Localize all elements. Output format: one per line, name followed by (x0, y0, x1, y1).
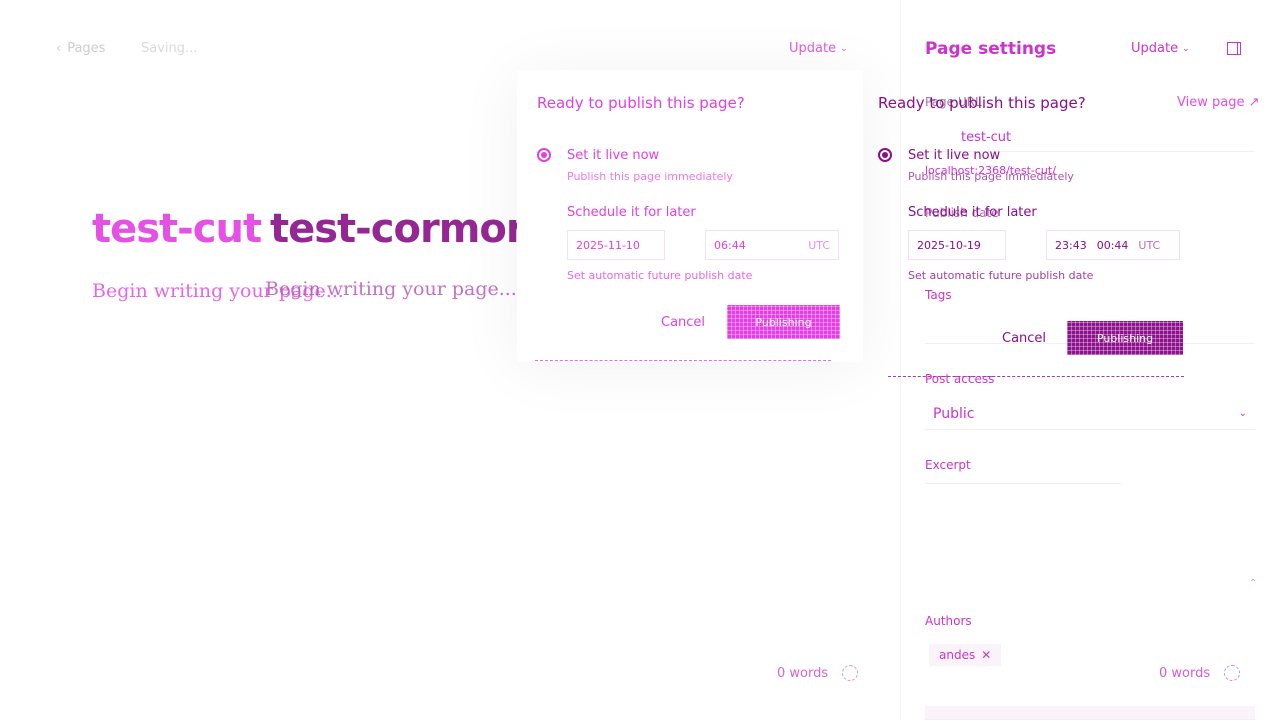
page-title-ghost[interactable]: test-cut (92, 206, 262, 252)
post-access-select[interactable]: Public ⌄ (925, 398, 1255, 430)
authors-label: Authors (925, 614, 972, 628)
template-select[interactable] (925, 706, 1255, 720)
cancel-button-2[interactable]: Cancel (1002, 331, 1046, 346)
chevron-left-icon: ‹ (56, 41, 62, 56)
chevron-down-icon: ⌄ (1182, 43, 1190, 54)
external-link-icon: ↗ (1248, 95, 1260, 110)
sidebar-title: Page settings (925, 39, 1057, 59)
help-circle-icon[interactable] (1224, 665, 1241, 681)
schedule-later-label-2: Schedule it for later (908, 205, 1037, 220)
chevron-down-icon: ⌄ (840, 43, 848, 54)
sidebar-update-dropdown[interactable]: Update ⌄ (1131, 41, 1190, 56)
schedule-time-field[interactable]: 06:44 UTC (705, 230, 839, 260)
author-token[interactable]: andes ✕ (929, 644, 1002, 666)
modal-divider-2 (888, 376, 1184, 377)
word-count: 0 words (777, 665, 859, 681)
saving-status: Saving... (141, 41, 198, 56)
back-link-label: Pages (67, 41, 106, 56)
schedule-time-value: 06:44 (714, 238, 746, 252)
publish-modal-overlay: Ready to publish this page? Set it live … (858, 70, 1204, 377)
publish-modal: Ready to publish this page? Set it live … (517, 70, 863, 362)
publish-button-2[interactable]: Publishing (1067, 321, 1183, 355)
schedule-time-value-2b: 00:44 (1096, 238, 1129, 252)
post-access-label: Post access (925, 372, 995, 386)
cancel-button[interactable]: Cancel (661, 315, 705, 330)
chevron-down-icon: ⌄ (1238, 408, 1247, 419)
sidebar-word-count-label: 0 words (1159, 665, 1211, 681)
radio-publish-now-2[interactable] (878, 148, 892, 162)
schedule-hint: Set automatic future publish date (567, 269, 753, 282)
publish-heading: Ready to publish this page? (537, 94, 745, 112)
editor-stage: ‹ Pages Saving... Update ⌄ test-cut test… (0, 0, 1280, 720)
resize-handle-icon[interactable]: ⌃ (1249, 578, 1257, 589)
help-circle-icon[interactable] (842, 665, 859, 681)
modal-divider (535, 360, 831, 361)
update-label: Update (789, 41, 837, 56)
timezone-label-2: UTC (1138, 238, 1161, 252)
publish-button[interactable]: Publishing (727, 305, 840, 339)
publish-now-sub: Publish this page immediately (567, 170, 733, 183)
schedule-date-value: 2025-11-10 (576, 238, 640, 252)
excerpt-label: Excerpt (925, 458, 971, 472)
sidebar-update-label: Update (1131, 41, 1179, 56)
publish-heading-2: Ready to publish this page? (878, 94, 1086, 112)
schedule-time-field-2[interactable]: 23:43 00:44 UTC (1046, 230, 1180, 260)
sidebar-word-count: 0 words (1159, 665, 1241, 681)
schedule-date-field-2[interactable]: 2025-10-19 (908, 230, 1006, 260)
schedule-later-label: Schedule it for later (567, 205, 696, 220)
word-count-label: 0 words (777, 665, 829, 681)
publish-now-sub-2: Publish this page immediately (908, 170, 1074, 183)
publish-now-label-2: Set it live now (908, 148, 1001, 163)
schedule-hint-2: Set automatic future publish date (908, 269, 1094, 282)
sidebar-toggle-icon[interactable] (1227, 42, 1241, 55)
body-placeholder[interactable]: Begin writing your page... (265, 278, 517, 300)
back-to-pages-link[interactable]: ‹ Pages (56, 41, 105, 56)
author-name: andes (939, 648, 976, 662)
close-icon[interactable]: ✕ (981, 648, 991, 662)
update-dropdown[interactable]: Update ⌄ (789, 41, 848, 56)
schedule-date-value-2: 2025-10-19 (917, 238, 981, 252)
post-access-value: Public (933, 405, 975, 422)
radio-publish-now[interactable] (537, 148, 551, 162)
schedule-date-field[interactable]: 2025-11-10 (567, 230, 665, 260)
timezone-label: UTC (808, 238, 830, 252)
publish-now-label: Set it live now (567, 148, 660, 163)
schedule-time-value-2a: 23:43 (1055, 238, 1087, 252)
excerpt-textarea[interactable] (925, 482, 1121, 484)
